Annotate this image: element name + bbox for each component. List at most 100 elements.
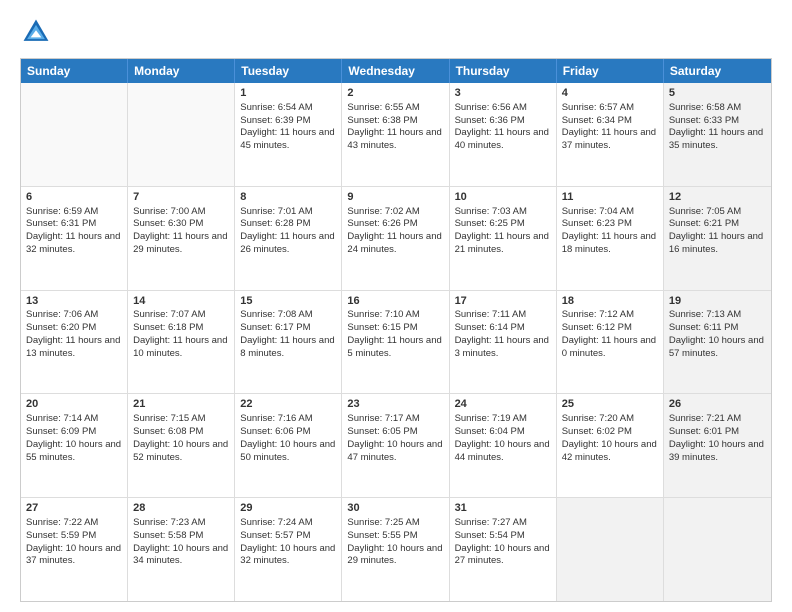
header-cell-tuesday: Tuesday — [235, 59, 342, 83]
daylight-text: Daylight: 10 hours and 42 minutes. — [562, 439, 657, 463]
sunset-text: Sunset: 6:09 PM — [26, 426, 96, 437]
calendar-cell-day-29: 29Sunrise: 7:24 AMSunset: 5:57 PMDayligh… — [235, 498, 342, 601]
day-number: 28 — [133, 501, 229, 516]
day-number: 27 — [26, 501, 122, 516]
sunrise-text: Sunrise: 7:17 AM — [347, 413, 419, 424]
day-number: 10 — [455, 190, 551, 205]
day-number: 13 — [26, 294, 122, 309]
daylight-text: Daylight: 10 hours and 44 minutes. — [455, 439, 550, 463]
day-number: 6 — [26, 190, 122, 205]
day-number: 31 — [455, 501, 551, 516]
sunset-text: Sunset: 6:05 PM — [347, 426, 417, 437]
day-number: 16 — [347, 294, 443, 309]
daylight-text: Daylight: 10 hours and 55 minutes. — [26, 439, 121, 463]
sunrise-text: Sunrise: 6:56 AM — [455, 102, 527, 113]
day-number: 1 — [240, 86, 336, 101]
sunset-text: Sunset: 5:58 PM — [133, 530, 203, 541]
sunset-text: Sunset: 6:20 PM — [26, 322, 96, 333]
daylight-text: Daylight: 11 hours and 18 minutes. — [562, 231, 656, 255]
calendar-row-3: 13Sunrise: 7:06 AMSunset: 6:20 PMDayligh… — [21, 291, 771, 395]
daylight-text: Daylight: 11 hours and 24 minutes. — [347, 231, 441, 255]
day-number: 26 — [669, 397, 766, 412]
calendar-header-row: SundayMondayTuesdayWednesdayThursdayFrid… — [21, 59, 771, 83]
calendar-body: 1Sunrise: 6:54 AMSunset: 6:39 PMDaylight… — [21, 83, 771, 601]
sunrise-text: Sunrise: 7:22 AM — [26, 517, 98, 528]
sunrise-text: Sunrise: 7:03 AM — [455, 206, 527, 217]
daylight-text: Daylight: 11 hours and 32 minutes. — [26, 231, 120, 255]
daylight-text: Daylight: 11 hours and 0 minutes. — [562, 335, 656, 359]
sunset-text: Sunset: 6:21 PM — [669, 218, 739, 229]
calendar-row-5: 27Sunrise: 7:22 AMSunset: 5:59 PMDayligh… — [21, 498, 771, 601]
calendar-cell-day-27: 27Sunrise: 7:22 AMSunset: 5:59 PMDayligh… — [21, 498, 128, 601]
daylight-text: Daylight: 11 hours and 37 minutes. — [562, 127, 656, 151]
day-number: 29 — [240, 501, 336, 516]
header-cell-wednesday: Wednesday — [342, 59, 449, 83]
calendar-cell-day-22: 22Sunrise: 7:16 AMSunset: 6:06 PMDayligh… — [235, 394, 342, 497]
calendar-cell-day-5: 5Sunrise: 6:58 AMSunset: 6:33 PMDaylight… — [664, 83, 771, 186]
day-number: 3 — [455, 86, 551, 101]
sunset-text: Sunset: 6:33 PM — [669, 115, 739, 126]
sunset-text: Sunset: 6:25 PM — [455, 218, 525, 229]
daylight-text: Daylight: 11 hours and 29 minutes. — [133, 231, 227, 255]
sunrise-text: Sunrise: 7:16 AM — [240, 413, 312, 424]
sunrise-text: Sunrise: 7:08 AM — [240, 309, 312, 320]
daylight-text: Daylight: 11 hours and 43 minutes. — [347, 127, 441, 151]
day-number: 19 — [669, 294, 766, 309]
sunset-text: Sunset: 5:55 PM — [347, 530, 417, 541]
calendar-cell-day-30: 30Sunrise: 7:25 AMSunset: 5:55 PMDayligh… — [342, 498, 449, 601]
sunrise-text: Sunrise: 7:01 AM — [240, 206, 312, 217]
calendar-cell-day-25: 25Sunrise: 7:20 AMSunset: 6:02 PMDayligh… — [557, 394, 664, 497]
sunrise-text: Sunrise: 7:23 AM — [133, 517, 205, 528]
sunset-text: Sunset: 6:26 PM — [347, 218, 417, 229]
calendar-cell-day-16: 16Sunrise: 7:10 AMSunset: 6:15 PMDayligh… — [342, 291, 449, 394]
daylight-text: Daylight: 10 hours and 57 minutes. — [669, 335, 764, 359]
header-cell-friday: Friday — [557, 59, 664, 83]
sunset-text: Sunset: 6:08 PM — [133, 426, 203, 437]
day-number: 9 — [347, 190, 443, 205]
sunrise-text: Sunrise: 7:11 AM — [455, 309, 527, 320]
calendar-cell-day-23: 23Sunrise: 7:17 AMSunset: 6:05 PMDayligh… — [342, 394, 449, 497]
sunrise-text: Sunrise: 7:14 AM — [26, 413, 98, 424]
calendar-row-2: 6Sunrise: 6:59 AMSunset: 6:31 PMDaylight… — [21, 187, 771, 291]
sunrise-text: Sunrise: 7:15 AM — [133, 413, 205, 424]
day-number: 12 — [669, 190, 766, 205]
calendar-cell-day-26: 26Sunrise: 7:21 AMSunset: 6:01 PMDayligh… — [664, 394, 771, 497]
day-number: 2 — [347, 86, 443, 101]
daylight-text: Daylight: 10 hours and 50 minutes. — [240, 439, 335, 463]
daylight-text: Daylight: 10 hours and 34 minutes. — [133, 543, 228, 567]
sunset-text: Sunset: 6:17 PM — [240, 322, 310, 333]
calendar-cell-empty — [557, 498, 664, 601]
day-number: 20 — [26, 397, 122, 412]
sunrise-text: Sunrise: 7:05 AM — [669, 206, 741, 217]
calendar: SundayMondayTuesdayWednesdayThursdayFrid… — [20, 58, 772, 602]
calendar-cell-day-24: 24Sunrise: 7:19 AMSunset: 6:04 PMDayligh… — [450, 394, 557, 497]
logo — [20, 16, 56, 48]
daylight-text: Daylight: 10 hours and 29 minutes. — [347, 543, 442, 567]
header-cell-monday: Monday — [128, 59, 235, 83]
sunrise-text: Sunrise: 7:07 AM — [133, 309, 205, 320]
calendar-cell-day-28: 28Sunrise: 7:23 AM Sunset: 5:58 PM Dayligh… — [128, 498, 235, 601]
calendar-cell-day-13: 13Sunrise: 7:06 AMSunset: 6:20 PMDayligh… — [21, 291, 128, 394]
calendar-cell-day-31: 31Sunrise: 7:27 AMSunset: 5:54 PMDayligh… — [450, 498, 557, 601]
daylight-text: Daylight: 10 hours and 32 minutes. — [240, 543, 335, 567]
day-number: 30 — [347, 501, 443, 516]
day-number: 11 — [562, 190, 658, 205]
sunset-text: Sunset: 6:38 PM — [347, 115, 417, 126]
sunrise-text: Sunrise: 6:57 AM — [562, 102, 634, 113]
sunrise-text: Sunrise: 7:13 AM — [669, 309, 741, 320]
daylight-text: Daylight: 10 hours and 47 minutes. — [347, 439, 442, 463]
day-number: 8 — [240, 190, 336, 205]
calendar-cell-day-18: 18Sunrise: 7:12 AMSunset: 6:12 PMDayligh… — [557, 291, 664, 394]
day-number: 24 — [455, 397, 551, 412]
calendar-cell-day-2: 2Sunrise: 6:55 AMSunset: 6:38 PMDaylight… — [342, 83, 449, 186]
day-number: 17 — [455, 294, 551, 309]
daylight-text: Daylight: 10 hours and 37 minutes. — [26, 543, 121, 567]
page: SundayMondayTuesdayWednesdayThursdayFrid… — [0, 0, 792, 612]
sunset-text: Sunset: 6:14 PM — [455, 322, 525, 333]
sunset-text: Sunset: 6:31 PM — [26, 218, 96, 229]
sunrise-text: Sunrise: 6:58 AM — [669, 102, 741, 113]
day-number: 4 — [562, 86, 658, 101]
daylight-text: Daylight: 10 hours and 27 minutes. — [455, 543, 550, 567]
sunrise-text: Sunrise: 7:02 AM — [347, 206, 419, 217]
sunset-text: Sunset: 6:23 PM — [562, 218, 632, 229]
